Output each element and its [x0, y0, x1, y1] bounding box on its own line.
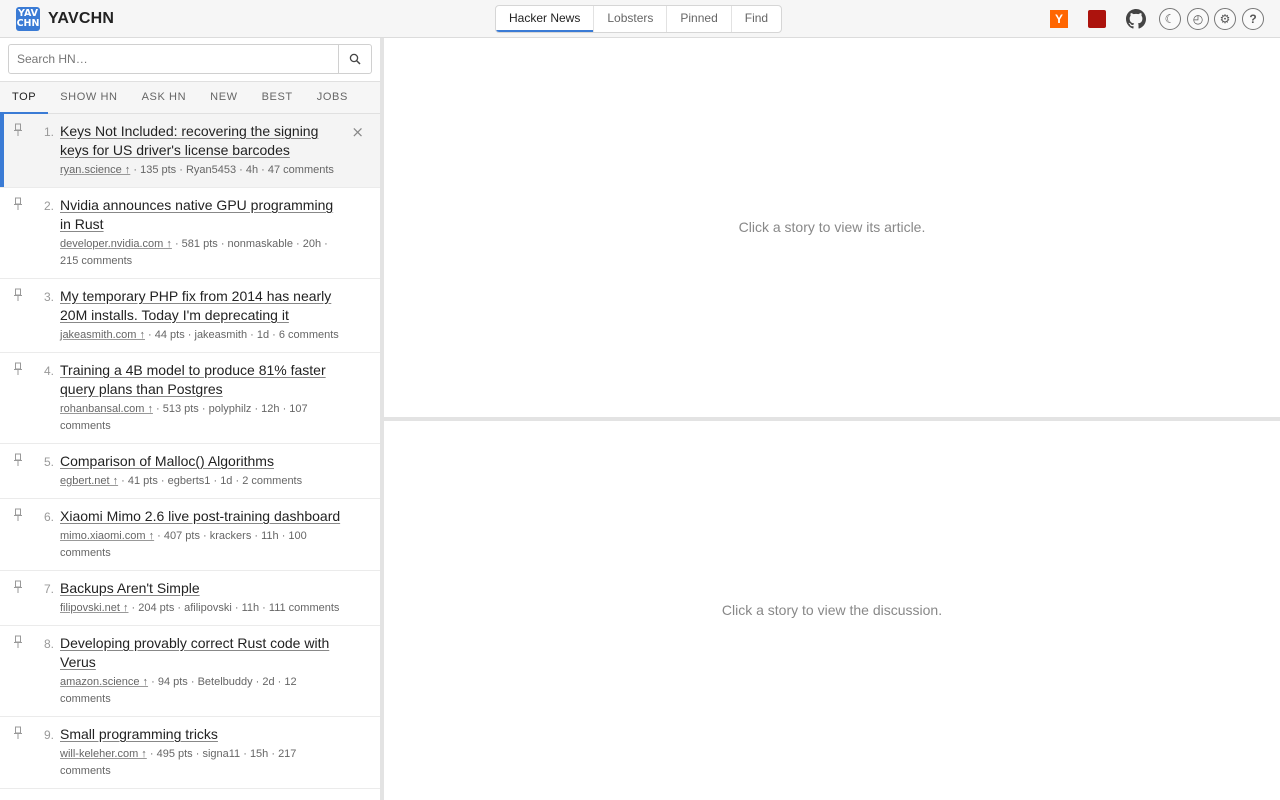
top-header: YAV CHN YAVCHN Hacker News Lobsters Pinn…: [0, 0, 1280, 38]
pin-icon[interactable]: [13, 288, 23, 302]
app-logo[interactable]: YAV CHN: [16, 7, 40, 31]
story-details: · 204 pts · afilipovski · 11h · 111 comm…: [128, 602, 340, 614]
story-domain[interactable]: ryan.science ↑: [60, 164, 130, 176]
story-domain[interactable]: jakeasmith.com ↑: [60, 329, 145, 341]
story-title[interactable]: Small programming tricks: [60, 726, 218, 742]
logo-line-2: CHN: [16, 18, 40, 29]
story-rank: 3.: [43, 290, 54, 304]
story-item[interactable]: 7. Backups Aren't Simple filipovski.net …: [0, 571, 380, 626]
story-item[interactable]: 3. My temporary PHP fix from 2014 has ne…: [0, 279, 380, 353]
story-rank: 4.: [43, 364, 54, 378]
pin-icon[interactable]: [13, 362, 23, 376]
story-title[interactable]: Developing provably correct Rust code wi…: [60, 635, 329, 670]
story-list: 1. Keys Not Included: recovering the sig…: [0, 114, 380, 789]
story-details: · 44 pts · jakeasmith · 1d · 6 comments: [144, 329, 339, 341]
feed-tabs: TOP SHOW HN ASK HN NEW BEST JOBS: [0, 81, 380, 114]
lobsters-icon[interactable]: [1088, 10, 1106, 28]
story-meta: filipovski.net ↑ · 204 pts · afilipovski…: [60, 600, 344, 617]
article-pane: Click a story to view its article.: [384, 38, 1280, 417]
pin-icon[interactable]: [13, 197, 23, 211]
story-rank: 5.: [43, 455, 54, 469]
story-item[interactable]: 1. Keys Not Included: recovering the sig…: [0, 114, 380, 188]
github-icon[interactable]: [1126, 9, 1146, 29]
story-title[interactable]: Keys Not Included: recovering the signin…: [60, 123, 318, 158]
story-list-panel: TOP SHOW HN ASK HN NEW BEST JOBS 1. Keys…: [0, 38, 380, 800]
history-icon[interactable]: ◴: [1187, 8, 1209, 30]
story-item[interactable]: 9. Small programming tricks will-keleher…: [0, 717, 380, 789]
search-icon: [349, 53, 361, 65]
search-bar: [8, 44, 372, 74]
story-item[interactable]: 8. Developing provably correct Rust code…: [0, 626, 380, 717]
search-button[interactable]: [338, 45, 371, 73]
pin-icon[interactable]: [13, 635, 23, 649]
story-meta: amazon.science ↑ · 94 pts · Betelbuddy ·…: [60, 674, 344, 708]
story-details: · 41 pts · egberts1 · 1d · 2 comments: [118, 475, 303, 487]
tab-hacker-news[interactable]: Hacker News: [496, 6, 595, 32]
pin-icon[interactable]: [13, 508, 23, 522]
dark-mode-icon[interactable]: ☾: [1159, 8, 1181, 30]
hacker-news-icon[interactable]: Y: [1050, 10, 1068, 28]
story-domain[interactable]: amazon.science ↑: [60, 676, 148, 688]
story-meta: ryan.science ↑ · 135 pts · Ryan5453 · 4h…: [60, 162, 344, 179]
story-rank: 8.: [43, 637, 54, 651]
story-meta: egbert.net ↑ · 41 pts · egberts1 · 1d · …: [60, 473, 344, 490]
story-rank: 9.: [43, 728, 54, 742]
tab-show-hn[interactable]: SHOW HN: [48, 82, 129, 113]
story-title[interactable]: Backups Aren't Simple: [60, 580, 200, 596]
story-meta: mimo.xiaomi.com ↑ · 407 pts · krackers ·…: [60, 528, 344, 562]
story-meta: will-keleher.com ↑ · 495 pts · signa11 ·…: [60, 746, 344, 780]
discussion-pane: Click a story to view the discussion.: [384, 421, 1280, 800]
settings-icon[interactable]: ⚙: [1214, 8, 1236, 30]
story-title[interactable]: Nvidia announces native GPU programming …: [60, 197, 333, 232]
tab-new[interactable]: NEW: [198, 82, 249, 113]
story-rank: 2.: [43, 199, 54, 213]
tab-top[interactable]: TOP: [0, 82, 49, 114]
tab-pinned[interactable]: Pinned: [667, 6, 732, 32]
tab-find[interactable]: Find: [732, 6, 781, 32]
story-rank: 6.: [43, 510, 54, 524]
tab-ask-hn[interactable]: ASK HN: [130, 82, 199, 113]
pin-icon[interactable]: [13, 726, 23, 740]
story-rank: 7.: [43, 582, 54, 596]
story-title[interactable]: Comparison of Malloc() Algorithms: [60, 453, 274, 469]
story-item[interactable]: 4. Training a 4B model to produce 81% fa…: [0, 353, 380, 444]
tab-lobsters[interactable]: Lobsters: [594, 6, 668, 32]
story-title[interactable]: Training a 4B model to produce 81% faste…: [60, 362, 326, 397]
story-domain[interactable]: will-keleher.com ↑: [60, 748, 147, 760]
help-icon[interactable]: ?: [1242, 8, 1264, 30]
story-item[interactable]: 6. Xiaomi Mimo 2.6 live post-training da…: [0, 499, 380, 571]
tab-best[interactable]: BEST: [250, 82, 305, 113]
story-rank: 1.: [43, 125, 54, 139]
story-meta: developer.nvidia.com ↑ · 581 pts · nonma…: [60, 236, 344, 270]
search-input[interactable]: [9, 45, 339, 73]
story-domain[interactable]: filipovski.net ↑: [60, 602, 128, 614]
story-details: · 135 pts · Ryan5453 · 4h · 47 comments: [130, 164, 334, 176]
story-title[interactable]: My temporary PHP fix from 2014 has nearl…: [60, 288, 331, 323]
article-placeholder: Click a story to view its article.: [738, 219, 926, 235]
source-tabs: Hacker News Lobsters Pinned Find: [495, 5, 783, 33]
app-title: YAVCHN: [48, 10, 115, 27]
story-item[interactable]: 2. Nvidia announces native GPU programmi…: [0, 188, 380, 279]
pin-icon[interactable]: [13, 453, 23, 467]
close-icon[interactable]: ×: [351, 123, 364, 141]
pin-icon[interactable]: [13, 123, 23, 137]
story-item[interactable]: 5. Comparison of Malloc() Algorithms egb…: [0, 444, 380, 499]
story-domain[interactable]: mimo.xiaomi.com ↑: [60, 530, 154, 542]
story-title[interactable]: Xiaomi Mimo 2.6 live post-training dashb…: [60, 508, 340, 524]
discussion-placeholder: Click a story to view the discussion.: [721, 602, 943, 618]
pin-icon[interactable]: [13, 580, 23, 594]
story-domain[interactable]: egbert.net ↑: [60, 475, 118, 487]
tab-jobs[interactable]: JOBS: [305, 82, 360, 113]
story-domain[interactable]: developer.nvidia.com ↑: [60, 238, 172, 250]
story-meta: jakeasmith.com ↑ · 44 pts · jakeasmith ·…: [60, 327, 344, 344]
story-meta: rohanbansal.com ↑ · 513 pts · polyphilz …: [60, 401, 344, 435]
story-domain[interactable]: rohanbansal.com ↑: [60, 403, 153, 415]
